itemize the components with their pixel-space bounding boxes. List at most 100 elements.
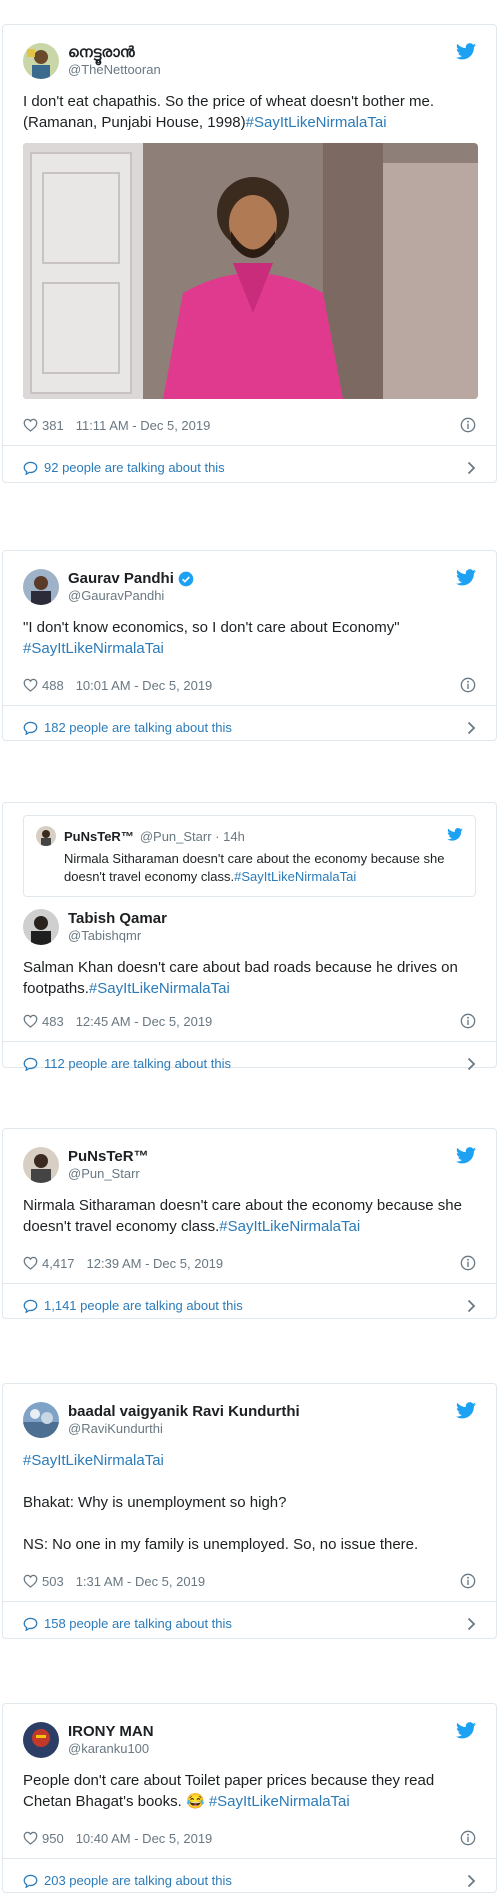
verified-badge-icon [178, 571, 194, 587]
like-count: 950 [42, 1830, 64, 1846]
chevron-right-icon [467, 1057, 476, 1071]
talking-count: 158 people are talking about this [44, 1616, 232, 1631]
avatar[interactable] [23, 1402, 59, 1438]
hashtag-link[interactable]: #SayItLikeNirmalaTai [209, 1793, 350, 1810]
user-handle[interactable]: @RaviKundurthi [68, 1421, 300, 1437]
talking-count: 112 people are talking about this [44, 1056, 231, 1071]
tweet-text: "I don't know economics, so I don't care… [23, 619, 400, 657]
quoted-display-name: PuNsTeR™ [64, 828, 134, 844]
info-icon[interactable] [460, 1255, 476, 1271]
user-handle[interactable]: @Pun_Starr [68, 1166, 149, 1182]
chevron-right-icon [467, 1617, 476, 1631]
twitter-bird-icon[interactable] [456, 1402, 476, 1419]
display-name[interactable]: നെട്ടൂരാൻ [68, 44, 161, 63]
hashtag-link[interactable]: #SayItLikeNirmalaTai [219, 1218, 360, 1235]
comment-bubble-icon [23, 461, 38, 475]
user-handle[interactable]: @Tabishqmr [68, 928, 167, 944]
conversation-link[interactable]: 182 people are talking about this [3, 705, 496, 749]
display-name[interactable]: Gaurav Pandhi [68, 570, 174, 589]
avatar[interactable] [23, 43, 59, 79]
display-name[interactable]: Tabish Qamar [68, 910, 167, 929]
twitter-bird-icon [447, 828, 463, 841]
quoted-handle: @Pun_Starr · 14h [139, 828, 245, 844]
avatar [36, 826, 56, 846]
twitter-bird-icon[interactable] [456, 43, 476, 60]
tweet-timestamp[interactable]: 11:11 AM - Dec 5, 2019 [76, 418, 211, 433]
avatar[interactable] [23, 1147, 59, 1183]
like-heart-icon[interactable] [23, 678, 38, 692]
tweet-card: PuNsTeR™ @Pun_Starr Nirmala Sitharaman d… [2, 1128, 497, 1319]
like-count: 503 [42, 1573, 64, 1589]
display-name[interactable]: PuNsTeR™ [68, 1148, 149, 1167]
tweet-text: I don't eat chapathis. So the price of w… [23, 93, 434, 131]
hashtag-link[interactable]: #SayItLikeNirmalaTai [23, 1450, 476, 1471]
comment-bubble-icon [23, 1874, 38, 1888]
conversation-link[interactable]: 112 people are talking about this [3, 1041, 496, 1085]
hashtag-link[interactable]: #SayItLikeNirmalaTai [23, 640, 164, 657]
like-heart-icon[interactable] [23, 1831, 38, 1845]
like-heart-icon[interactable] [23, 418, 38, 432]
like-count: 381 [42, 417, 64, 433]
tweet-line: NS: No one in my family is unemployed. S… [23, 1536, 419, 1553]
quoted-tweet[interactable]: PuNsTeR™ @Pun_Starr · 14h Nirmala Sithar… [23, 815, 476, 897]
talking-count: 92 people are talking about this [44, 460, 225, 475]
user-handle[interactable]: @GauravPandhi [68, 588, 194, 604]
info-icon[interactable] [460, 1573, 476, 1589]
tweet-media-image[interactable] [23, 143, 478, 399]
conversation-link[interactable]: 92 people are talking about this [3, 445, 496, 489]
tweet-timestamp[interactable]: 10:40 AM - Dec 5, 2019 [76, 1831, 213, 1846]
tweet-card: നെട്ടൂരാൻ @TheNettooran I don't eat chap… [2, 24, 497, 483]
talking-count: 1,141 people are talking about this [44, 1298, 243, 1313]
twitter-bird-icon[interactable] [456, 1722, 476, 1739]
tweet-line: Bhakat: Why is unemployment so high? [23, 1494, 287, 1511]
comment-bubble-icon [23, 721, 38, 735]
tweet-text: People don't care about Toilet paper pri… [23, 1772, 435, 1810]
like-heart-icon[interactable] [23, 1574, 38, 1588]
chevron-right-icon [467, 1299, 476, 1313]
comment-bubble-icon [23, 1299, 38, 1313]
tweet-card: PuNsTeR™ @Pun_Starr · 14h Nirmala Sithar… [2, 802, 497, 1071]
tweet-timestamp[interactable]: 12:39 AM - Dec 5, 2019 [87, 1256, 224, 1271]
tweet-timestamp[interactable]: 12:45 AM - Dec 5, 2019 [76, 1014, 213, 1029]
talking-count: 182 people are talking about this [44, 720, 232, 735]
comment-bubble-icon [23, 1617, 38, 1631]
conversation-link[interactable]: 203 people are talking about this [3, 1858, 496, 1895]
hashtag-link[interactable]: #SayItLikeNirmalaTai [246, 114, 387, 131]
tweet-text: Salman Khan doesn't care about bad roads… [23, 959, 458, 997]
conversation-link[interactable]: 158 people are talking about this [3, 1601, 496, 1645]
conversation-link[interactable]: 1,141 people are talking about this [3, 1283, 496, 1327]
tweet-text: #SayItLikeNirmalaTai Bhakat: Why is unem… [23, 1450, 476, 1555]
info-icon[interactable] [460, 1830, 476, 1846]
display-name[interactable]: IRONY MAN [68, 1723, 154, 1742]
like-count: 483 [42, 1013, 64, 1029]
chevron-right-icon [467, 721, 476, 735]
like-count: 488 [42, 677, 64, 693]
tweet-timestamp[interactable]: 1:31 AM - Dec 5, 2019 [76, 1574, 205, 1589]
tweet-card: Gaurav Pandhi @GauravPandhi "I don't kno… [2, 550, 497, 741]
comment-bubble-icon [23, 1057, 38, 1071]
display-name[interactable]: baadal vaigyanik Ravi Kundurthi [68, 1403, 300, 1422]
like-count: 4,417 [42, 1255, 75, 1271]
avatar[interactable] [23, 1722, 59, 1758]
info-icon[interactable] [460, 417, 476, 433]
info-icon[interactable] [460, 1013, 476, 1029]
hashtag-link[interactable]: #SayItLikeNirmalaTai [89, 980, 230, 997]
hashtag-link[interactable]: #SayItLikeNirmalaTai [234, 869, 356, 884]
quoted-text: Nirmala Sitharaman doesn't care about th… [64, 851, 445, 884]
chevron-right-icon [467, 461, 476, 475]
avatar[interactable] [23, 909, 59, 945]
tweet-text: Nirmala Sitharaman doesn't care about th… [23, 1197, 462, 1235]
like-heart-icon[interactable] [23, 1014, 38, 1028]
tweet-timestamp[interactable]: 10:01 AM - Dec 5, 2019 [76, 678, 213, 693]
twitter-bird-icon[interactable] [456, 1147, 476, 1164]
talking-count: 203 people are talking about this [44, 1873, 232, 1888]
user-handle[interactable]: @TheNettooran [68, 62, 161, 78]
chevron-right-icon [467, 1874, 476, 1888]
tweet-card: IRONY MAN @karanku100 People don't care … [2, 1703, 497, 1893]
user-handle[interactable]: @karanku100 [68, 1741, 154, 1757]
info-icon[interactable] [460, 677, 476, 693]
avatar[interactable] [23, 569, 59, 605]
tweet-card: baadal vaigyanik Ravi Kundurthi @RaviKun… [2, 1383, 497, 1639]
like-heart-icon[interactable] [23, 1256, 38, 1270]
twitter-bird-icon[interactable] [456, 569, 476, 586]
